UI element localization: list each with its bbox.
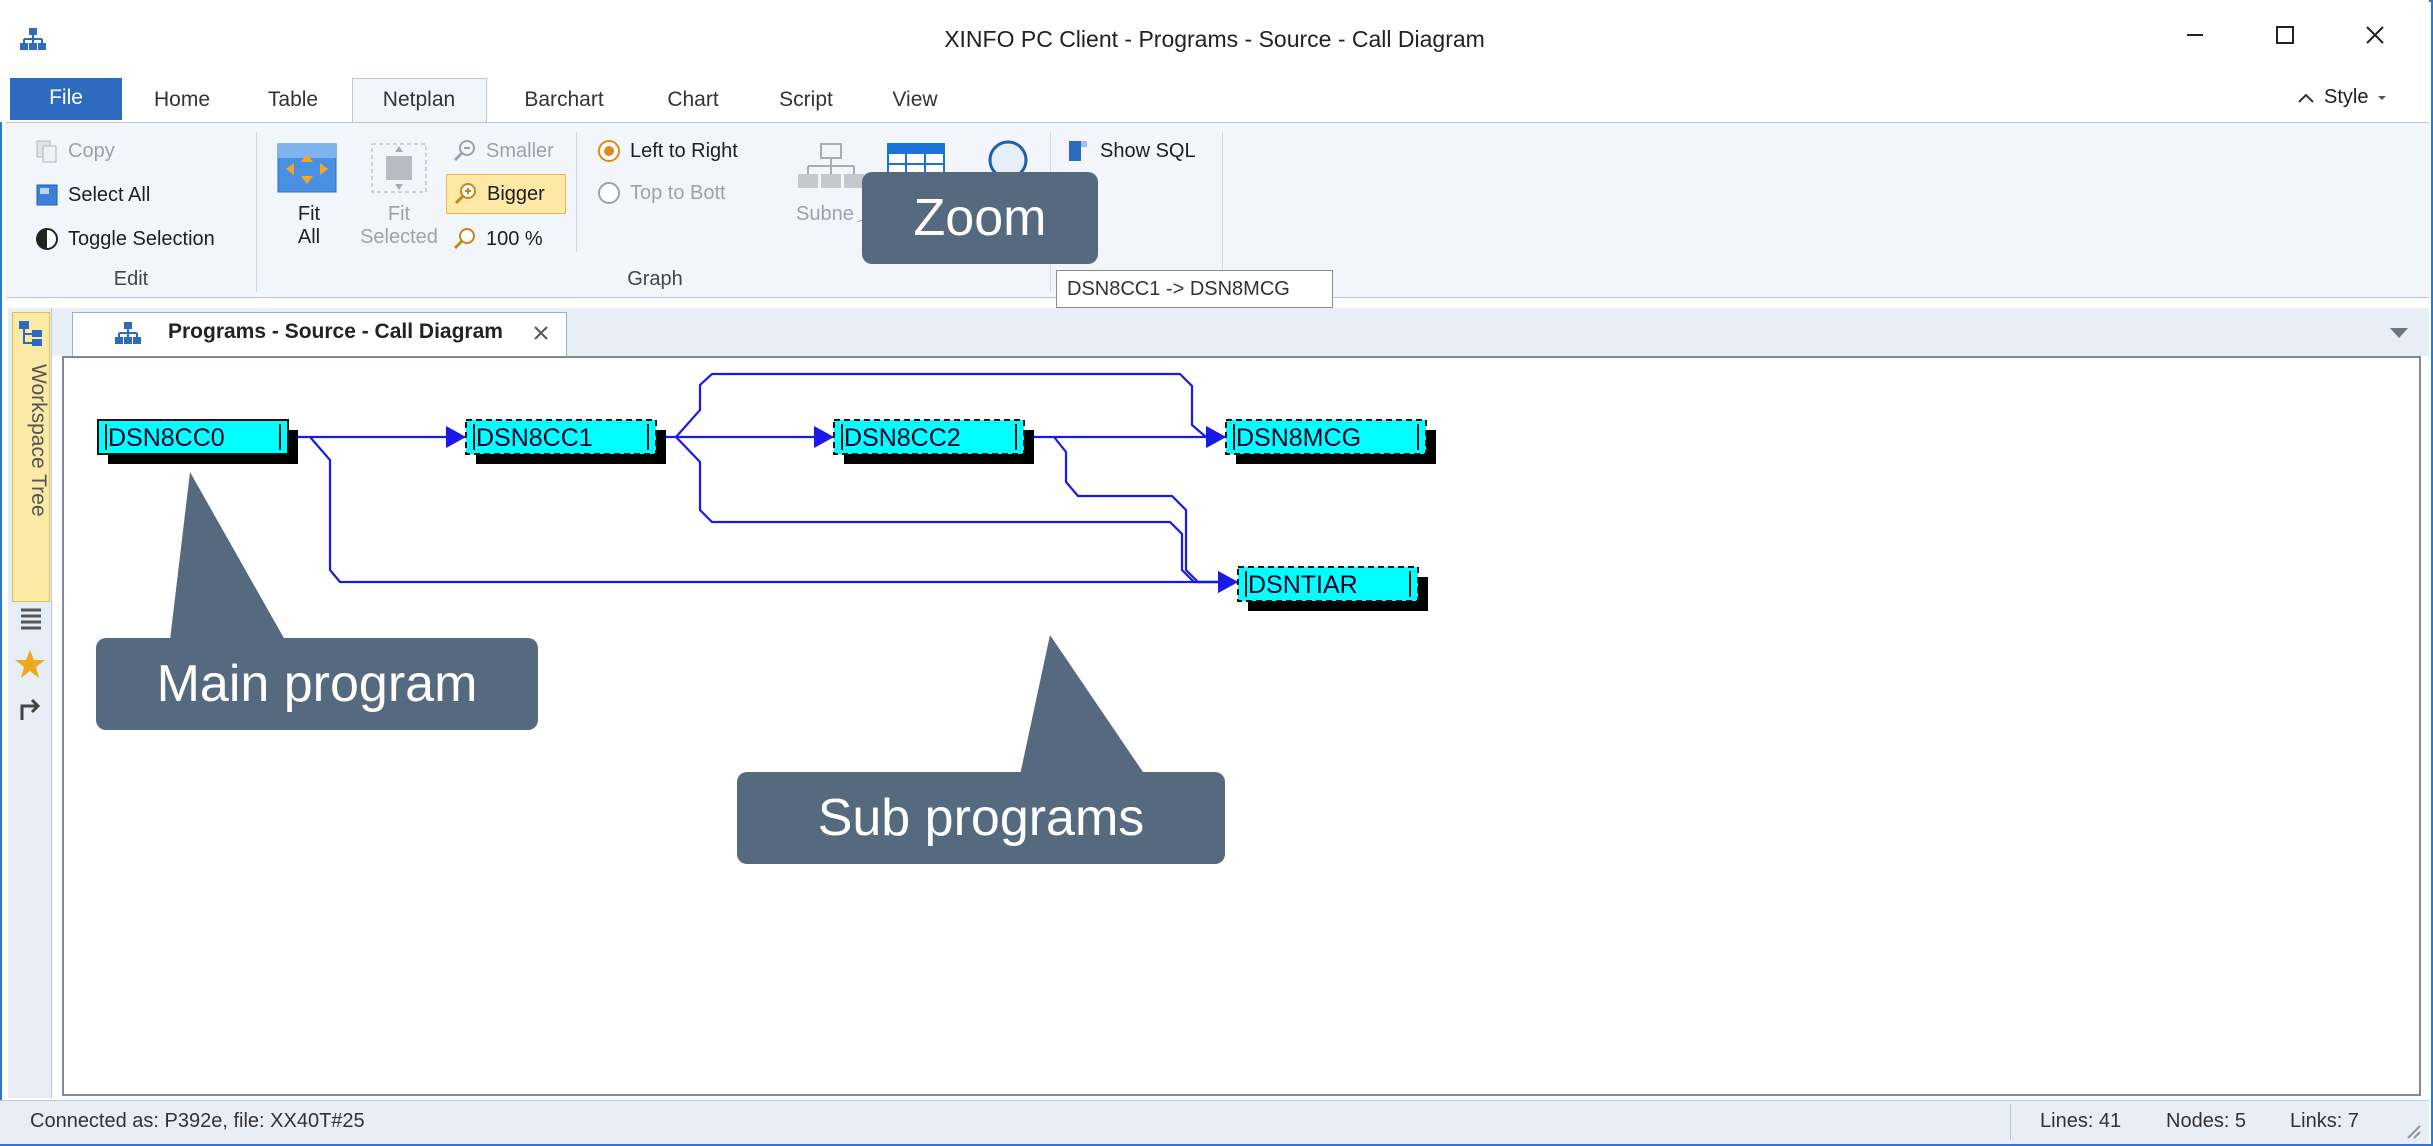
zoom-callout: Zoom [862,172,1098,264]
sql-icon [1069,141,1087,161]
style-menu[interactable]: Style [2296,86,2388,109]
left-to-right-label: Left to Right [630,139,738,162]
bigger-button[interactable]: Bigger [446,174,566,214]
link-dsn8cc0-to-dsntiar[interactable] [309,436,1238,584]
top-to-bottom-label: Top to Bott [630,181,726,204]
fit-all-label-1: Fit [297,203,321,225]
window-title: XINFO PC Client - Programs - Source - Ca… [944,26,1485,52]
fit-all-icon [277,143,337,193]
tab-home[interactable]: Home [142,82,222,122]
fit-selected-button[interactable]: Fit Selected [356,140,442,260]
left-to-right-radio[interactable]: Left to Right [596,138,738,164]
tab-netplan[interactable]: Netplan [364,82,474,122]
smaller-button[interactable]: Smaller [452,138,554,164]
zoom-100-label: 100 % [486,227,543,250]
toggle-selection-button[interactable]: Toggle Selection [34,226,215,252]
resize-grip-icon[interactable] [2404,1122,2424,1142]
zoom-out-icon [453,140,475,162]
bigger-label: Bigger [487,182,545,205]
zoom-reset-icon [453,228,475,250]
select-all-icon [36,184,58,206]
edit-group-label: Edit [113,268,149,290]
node-dsn8mcg[interactable]: DSN8MCG [1225,419,1436,464]
fit-all-button[interactable]: Fit All [274,140,344,260]
sub-programs-callout: Sub programs [737,772,1225,864]
connection-status: Connected as: P392e, file: XX40T#25 [30,1110,365,1132]
workspace-tree-label: Workspace Tree [27,364,50,517]
half-circle-icon [36,228,58,250]
forward-arrow-icon[interactable] [16,692,46,722]
node-label: DSN8CC0 [108,424,225,452]
maximize-button[interactable] [2250,14,2320,56]
fit-selected-label-1: Fit [387,203,411,225]
nodes-count: Nodes: 5 [2166,1110,2247,1132]
smaller-label: Smaller [486,139,554,162]
link-arrowhead [1218,571,1238,593]
network-tab-icon [115,322,141,344]
link-tooltip: DSN8CC1 -> DSN8MCG [1056,270,1333,308]
close-icon [2366,26,2384,44]
tab-chart[interactable]: Chart [656,82,730,122]
copy-icon [36,140,57,163]
fit-selected-label-2: Selected [360,226,438,248]
node-label: DSN8CC1 [476,424,593,452]
group-separator [256,132,257,292]
star-icon[interactable] [14,648,46,680]
show-sql-button[interactable]: Show SQL [1066,138,1196,164]
minimize-icon [2187,34,2203,36]
link-arrowhead [814,426,834,448]
copy-label: Copy [68,139,115,162]
main-program-callout: Main program [96,638,538,730]
close-tab-icon[interactable] [532,324,550,342]
lines-count: Lines: 41 [2040,1110,2122,1132]
tab-barchart[interactable]: Barchart [510,82,618,122]
graph-group-label: Graph [627,268,683,290]
chevron-up-icon [2298,93,2314,103]
node-label: DSN8MCG [1236,424,1361,452]
style-label: Style [2324,86,2369,108]
toggle-selection-label: Toggle Selection [68,227,215,250]
select-all-label: Select All [68,183,151,206]
close-button[interactable] [2340,14,2410,56]
zoom-100-button[interactable]: 100 % [452,226,543,252]
copy-button[interactable]: Copy [34,138,115,164]
node-dsntiar[interactable]: DSNTIAR [1237,566,1428,611]
node-dsn8cc0[interactable]: DSN8CC0 [97,419,298,464]
fit-selected-icon [371,143,427,193]
node-label: DSN8CC2 [844,424,961,452]
chevron-down-icon [2378,95,2387,100]
tab-table[interactable]: Table [258,82,328,122]
maximize-icon [2276,26,2294,44]
node-dsn8cc1[interactable]: DSN8CC1 [465,419,666,464]
link-arrowhead [446,426,466,448]
top-to-bottom-radio[interactable]: Top to Bott [596,180,726,206]
radio-empty-icon [598,182,620,204]
node-label: DSNTIAR [1248,571,1358,599]
node-dsn8cc2[interactable]: DSN8CC2 [833,419,1034,464]
tab-view[interactable]: View [880,82,950,122]
group-separator [576,132,577,252]
links-count: Links: 7 [2290,1110,2359,1132]
tab-file[interactable]: File [10,78,122,120]
zoom-in-icon [454,183,476,205]
fit-all-label-2: All [297,226,321,248]
minimize-button[interactable] [2160,14,2230,56]
document-tab-title: Programs - Source - Call Diagram [168,320,503,343]
tab-script[interactable]: Script [766,82,846,122]
radio-selected-icon [598,140,620,162]
select-all-button[interactable]: Select All [34,182,150,208]
status-separator [2010,1104,2011,1140]
tab-list-dropdown-icon[interactable] [2388,326,2410,340]
link-dsn8cc2-to-dsntiar[interactable] [1053,436,1238,584]
hierarchy-icon [798,143,864,188]
link-arrowhead [1206,426,1226,448]
show-sql-label: Show SQL [1100,139,1196,162]
group-separator [1222,132,1223,292]
list-icon[interactable] [16,604,46,632]
